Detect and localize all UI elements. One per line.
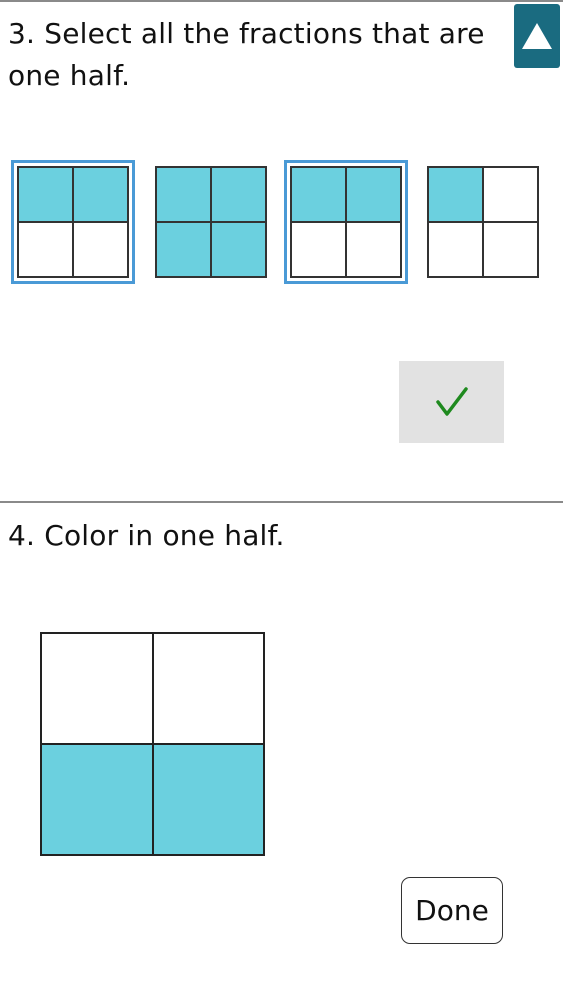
fraction-cell [291,222,346,277]
color-in-cell[interactable] [41,744,153,855]
section-divider [0,501,563,503]
question-4-prompt: 4. Color in one half. [8,519,285,552]
fraction-cell [346,167,401,222]
color-in-cell[interactable] [152,744,264,855]
fraction-cell [428,222,483,277]
check-button[interactable] [399,361,504,443]
fraction-cell [483,167,538,222]
color-in-cell[interactable] [152,633,264,744]
fraction-cell [73,222,128,277]
fraction-cell [483,222,538,277]
scroll-up-button[interactable] [514,4,560,68]
done-button[interactable]: Done [401,877,503,944]
fraction-grid [290,166,402,278]
fraction-grid [17,166,129,278]
fraction-cell [156,222,211,277]
fraction-option-2[interactable] [149,160,273,284]
fraction-cell [18,222,73,277]
top-divider [0,0,563,2]
question-3-line-1: 3. Select all the fractions that are [8,17,485,50]
color-in-cell[interactable] [41,633,153,744]
fraction-cell [211,222,266,277]
fraction-grid [427,166,539,278]
fraction-cell [291,167,346,222]
fraction-cell [18,167,73,222]
fraction-option-1[interactable] [11,160,135,284]
color-in-grid [40,632,265,856]
fraction-cell [73,167,128,222]
fraction-option-3[interactable] [284,160,408,284]
fraction-cell [211,167,266,222]
up-triangle-icon [522,23,552,49]
fraction-cell [428,167,483,222]
fraction-grid [155,166,267,278]
question-3-line-2: one half. [8,59,131,92]
fraction-cell [156,167,211,222]
fraction-cell [346,222,401,277]
worksheet: 3. Select all the fractions that are one… [0,0,563,1000]
checkmark-icon [435,387,468,416]
fraction-option-4[interactable] [421,160,545,284]
